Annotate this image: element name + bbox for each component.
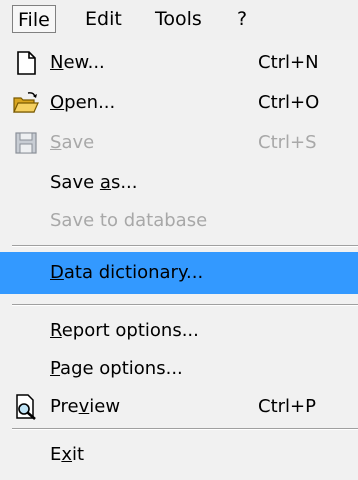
- menu-item-label: New...: [50, 52, 105, 73]
- floppy-disk-icon: [15, 132, 37, 154]
- menu-item-label: Data dictionary...: [50, 262, 204, 283]
- shortcut-label: Ctrl+N: [258, 52, 319, 73]
- menu-item-label: Save to database: [50, 210, 208, 231]
- menu-item-label: Page options...: [50, 358, 183, 379]
- menu-item-label: Preview: [50, 396, 121, 417]
- menu-file[interactable]: File: [12, 5, 56, 33]
- menu-item-label: Exit: [50, 444, 85, 465]
- menu-item-exit[interactable]: Exit: [0, 436, 358, 474]
- menu-separator: [12, 428, 358, 430]
- print-preview-icon: [16, 394, 36, 420]
- menu-item-new[interactable]: New... Ctrl+N: [0, 44, 358, 82]
- menu-separator: [12, 304, 358, 306]
- menu-item-save-as[interactable]: Save as...: [0, 164, 358, 202]
- shortcut-label: Ctrl+S: [258, 132, 317, 153]
- menu-item-label: Save as...: [50, 172, 138, 193]
- menu-item-data-dictionary[interactable]: Data dictionary...: [0, 252, 358, 294]
- menu-item-label: Open...: [50, 92, 116, 113]
- menu-item-label: Report options...: [50, 320, 199, 341]
- menu-help[interactable]: ?: [232, 5, 252, 33]
- menu-bar: File Edit Tools ?: [0, 0, 358, 40]
- open-folder-icon: [13, 92, 39, 113]
- menu-tools[interactable]: Tools: [150, 5, 207, 33]
- menu-item-save-to-database[interactable]: Save to database: [0, 202, 358, 240]
- document-icon: [17, 51, 36, 75]
- menu-separator: [12, 245, 358, 247]
- menu-item-preview[interactable]: Preview Ctrl+P: [0, 388, 358, 426]
- shortcut-label: Ctrl+P: [258, 396, 316, 417]
- shortcut-label: Ctrl+O: [258, 92, 320, 113]
- menu-item-label: Save: [50, 132, 95, 153]
- menu-item-save[interactable]: Save Ctrl+S: [0, 124, 358, 162]
- menu-item-page-options[interactable]: Page options...: [0, 350, 358, 388]
- menu-edit[interactable]: Edit: [80, 5, 127, 33]
- menu-item-open[interactable]: Open... Ctrl+O: [0, 84, 358, 122]
- file-dropdown-menu: New... Ctrl+N Open... Ctrl+O Save Ctrl+S…: [0, 40, 358, 480]
- menu-item-report-options[interactable]: Report options...: [0, 312, 358, 350]
